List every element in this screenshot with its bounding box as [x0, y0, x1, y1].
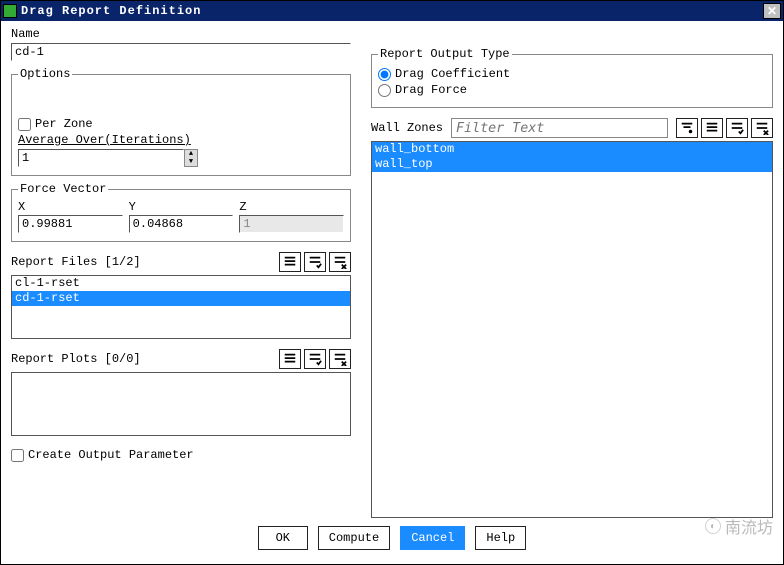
- ok-button[interactable]: OK: [258, 526, 308, 550]
- name-input[interactable]: [11, 43, 351, 61]
- wall-zones-filter-input[interactable]: [451, 118, 668, 138]
- output-type-legend: Report Output Type: [378, 47, 512, 61]
- close-button[interactable]: ✕: [763, 3, 781, 19]
- button-bar: OK Compute Cancel Help: [11, 518, 773, 558]
- wall-zones-list[interactable]: wall_bottom wall_top: [371, 141, 773, 518]
- wechat-icon: ◐: [705, 518, 721, 534]
- fv-y-input[interactable]: [129, 215, 234, 233]
- spinner-up-icon[interactable]: ▲: [185, 150, 197, 158]
- rf-clear-button[interactable]: [329, 252, 351, 272]
- fv-x-input[interactable]: [18, 215, 123, 233]
- output-type-group: Report Output Type Drag Coefficient Drag…: [371, 47, 773, 108]
- per-zone-checkbox[interactable]: [18, 118, 31, 131]
- help-button[interactable]: Help: [475, 526, 526, 550]
- drag-force-radio[interactable]: [378, 84, 391, 97]
- avg-over-input[interactable]: [18, 149, 184, 167]
- titlebar: Drag Report Definition ✕: [1, 1, 783, 21]
- create-output-param-checkbox[interactable]: [11, 449, 24, 462]
- list-item[interactable]: cd-1-rset: [12, 291, 350, 306]
- list-item[interactable]: wall_top: [372, 157, 772, 172]
- cancel-button[interactable]: Cancel: [400, 526, 465, 550]
- wz-select-all-button[interactable]: [701, 118, 723, 138]
- avg-over-spinner[interactable]: ▲ ▼: [184, 149, 198, 167]
- drag-coeff-radio[interactable]: [378, 68, 391, 81]
- force-vector-legend: Force Vector: [18, 182, 108, 196]
- name-label: Name: [11, 27, 351, 41]
- rp-check-button[interactable]: [304, 349, 326, 369]
- options-group: Options Per Zone Average Over(Iterations…: [11, 67, 351, 176]
- rf-check-button[interactable]: [304, 252, 326, 272]
- fv-z-input: [239, 215, 344, 233]
- compute-button[interactable]: Compute: [318, 526, 390, 550]
- per-zone-label: Per Zone: [35, 117, 93, 131]
- drag-coeff-label: Drag Coefficient: [395, 67, 510, 81]
- fv-y-label: Y: [129, 200, 234, 214]
- watermark: ◐ 南流坊: [705, 514, 773, 538]
- rp-select-all-button[interactable]: [279, 349, 301, 369]
- watermark-text: 南流坊: [725, 514, 773, 538]
- spinner-down-icon[interactable]: ▼: [185, 158, 197, 166]
- report-plots-list[interactable]: [11, 372, 351, 436]
- dialog-content: Name Options Per Zone Average Over(Itera…: [1, 21, 783, 564]
- rp-clear-button[interactable]: [329, 349, 351, 369]
- list-item[interactable]: cl-1-rset: [12, 276, 350, 291]
- rf-select-all-button[interactable]: [279, 252, 301, 272]
- report-plots-header: Report Plots [0/0]: [11, 352, 141, 366]
- list-item[interactable]: wall_bottom: [372, 142, 772, 157]
- wz-filter-button[interactable]: [676, 118, 698, 138]
- wall-zones-label: Wall Zones: [371, 121, 443, 135]
- fv-x-label: X: [18, 200, 123, 214]
- fv-z-label: Z: [239, 200, 344, 214]
- options-legend: Options: [18, 67, 72, 81]
- wz-clear-button[interactable]: [751, 118, 773, 138]
- dialog-window: Drag Report Definition ✕ Name Options Pe…: [0, 0, 784, 565]
- avg-over-label: Average Over(Iterations): [18, 133, 344, 147]
- report-files-header: Report Files [1/2]: [11, 255, 141, 269]
- force-vector-group: Force Vector X Y Z: [11, 182, 351, 242]
- wz-check-button[interactable]: [726, 118, 748, 138]
- window-title: Drag Report Definition: [21, 4, 763, 18]
- report-files-list[interactable]: cl-1-rset cd-1-rset: [11, 275, 351, 339]
- create-output-param-label: Create Output Parameter: [28, 448, 194, 462]
- drag-force-label: Drag Force: [395, 83, 467, 97]
- app-icon: [3, 4, 17, 18]
